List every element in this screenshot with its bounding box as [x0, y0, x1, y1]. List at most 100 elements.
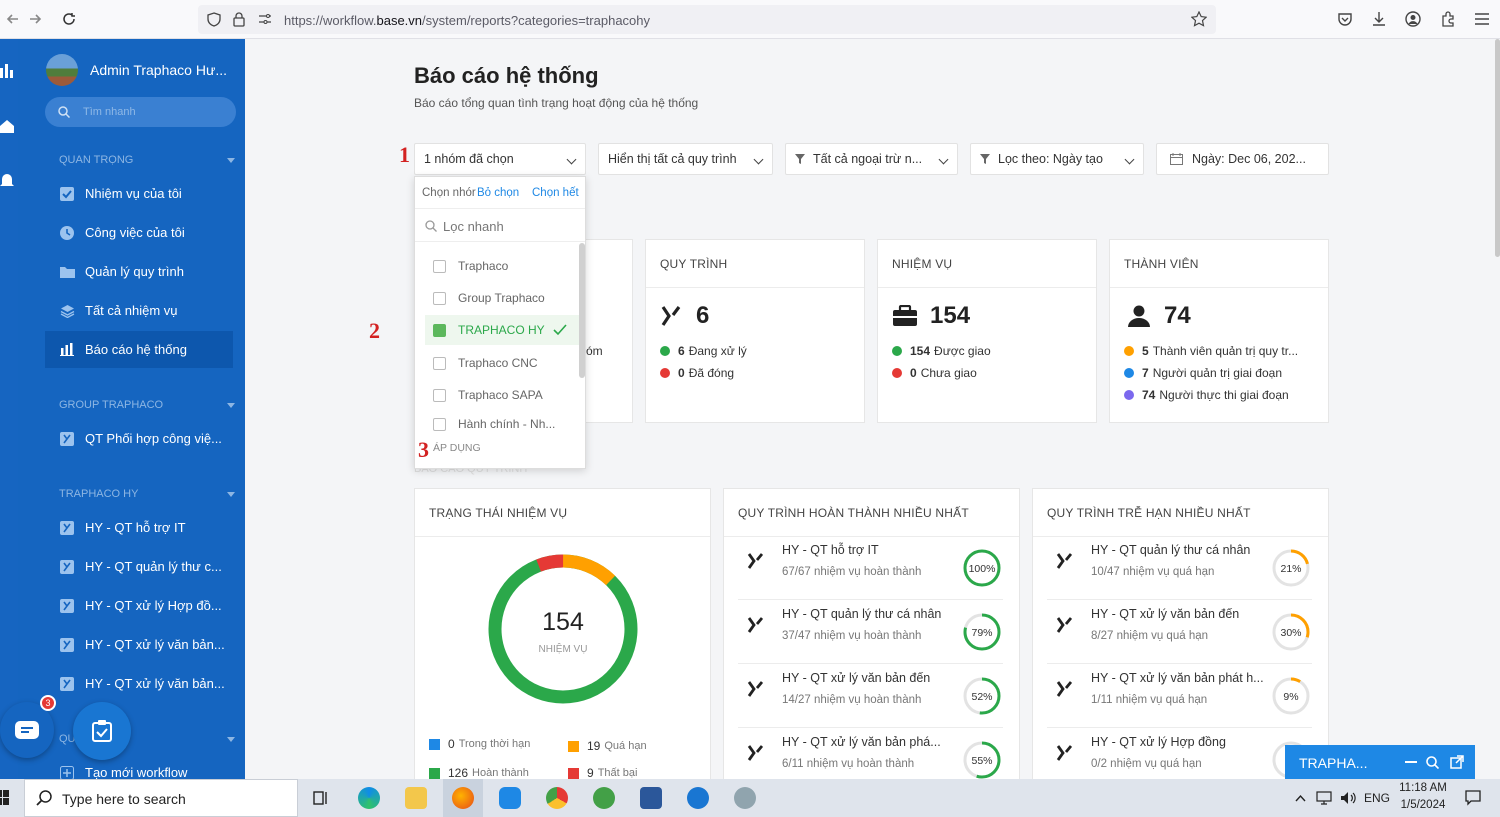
- sidebar-item-system-report[interactable]: Báo cáo hệ thống: [45, 331, 233, 368]
- volume-icon[interactable]: [1340, 791, 1356, 805]
- process-row[interactable]: HY - QT xử lý văn bản đến 8/27 nhiệm vụ q…: [1047, 600, 1312, 664]
- file-explorer-icon[interactable]: [405, 787, 427, 809]
- permissions-icon[interactable]: [258, 13, 272, 26]
- app-icon[interactable]: [687, 787, 709, 809]
- chevron-down-icon: [566, 154, 577, 165]
- group-option[interactable]: Traphaco: [425, 251, 580, 281]
- group-option-selected[interactable]: TRAPHACO HY: [425, 315, 580, 345]
- extensions-icon[interactable]: [1440, 11, 1456, 27]
- sidebar-item-label: HY - QT xử lý văn bản...: [85, 676, 225, 691]
- checkbox-checked[interactable]: [433, 323, 446, 337]
- account-icon[interactable]: [1405, 11, 1421, 27]
- notification-bell-icon[interactable]: [0, 173, 14, 188]
- sort-filter-select[interactable]: Lọc theo: Ngày tạo: [970, 143, 1144, 175]
- sidebar-item-my-tasks[interactable]: Nhiệm vụ của tôi: [45, 175, 233, 212]
- sidebar-item-workflow[interactable]: HY - QT hỗ trợ IT: [45, 509, 233, 546]
- group-filter-select[interactable]: 1 nhóm đã chọn: [414, 143, 586, 175]
- network-icon[interactable]: [1316, 791, 1332, 805]
- download-icon[interactable]: [1371, 11, 1387, 27]
- dropdown-search-input[interactable]: Lọc nhanh: [415, 210, 585, 242]
- process-row[interactable]: HY - QT hỗ trợ IT 67/67 nhiệm vụ hoàn thà…: [738, 536, 1003, 600]
- exclude-filter-value: Tất cả ngoại trừ n...: [813, 152, 923, 166]
- app-icon[interactable]: [734, 787, 756, 809]
- task-view-icon[interactable]: [313, 790, 329, 806]
- deselect-button[interactable]: Bỏ chọn: [477, 187, 519, 199]
- checkbox[interactable]: [433, 259, 446, 273]
- select-all-button[interactable]: Chọn hết: [532, 187, 579, 199]
- card-title: TRẠNG THÁI NHIỆM VỤ: [429, 506, 568, 520]
- chevron-up-icon[interactable]: [1295, 794, 1306, 802]
- app-logo-icon[interactable]: [0, 64, 14, 80]
- sidebar-item-workflow[interactable]: HY - QT xử lý Hợp đồ...: [45, 587, 233, 624]
- checkbox[interactable]: [433, 388, 446, 402]
- sidebar-item-new-workflow[interactable]: Tạo mới workflow: [45, 754, 233, 779]
- external-link-icon[interactable]: [1450, 755, 1464, 769]
- lock-icon[interactable]: [233, 12, 245, 27]
- group-option[interactable]: Group Traphaco: [425, 283, 580, 313]
- process-detail: 10/47 nhiệm vụ quá hạn: [1091, 566, 1215, 578]
- member-card: THÀNH VIÊN 74 5 Thành viên quản trị quy t…: [1109, 239, 1329, 423]
- user-profile[interactable]: Admin Traphaco Hư...: [46, 54, 227, 86]
- group-option[interactable]: Traphaco SAPA: [425, 380, 580, 410]
- workflow-icon: [59, 520, 75, 536]
- process-row[interactable]: HY - QT xử lý văn bản đến 14/27 nhiệm vụ …: [738, 664, 1003, 728]
- address-bar[interactable]: https://workflow.base.vn/system/reports?…: [198, 5, 1216, 34]
- exclude-filter-select[interactable]: Tất cả ngoại trừ n...: [785, 143, 958, 175]
- search-icon[interactable]: [1426, 756, 1439, 769]
- minimize-icon[interactable]: [1405, 761, 1417, 764]
- notification-badge: 3: [40, 695, 56, 711]
- checkbox[interactable]: [433, 291, 446, 305]
- clock-date[interactable]: 1/5/2024: [1398, 799, 1448, 811]
- menu-icon[interactable]: [1474, 12, 1490, 26]
- sidebar-item-my-work[interactable]: Công việc của tôi: [45, 214, 233, 251]
- sidebar-search-input[interactable]: Tìm nhanh: [45, 97, 236, 127]
- group-option[interactable]: Traphaco CNC: [425, 348, 580, 378]
- word-icon[interactable]: [640, 787, 662, 809]
- page-scrollbar[interactable]: [1495, 39, 1500, 257]
- sidebar-item-workflow[interactable]: QT Phối hợp công việ...: [45, 420, 233, 457]
- reload-icon[interactable]: [62, 12, 76, 26]
- sidebar-item-all-tasks[interactable]: Tất cả nhiệm vụ: [45, 292, 233, 329]
- section-group-traphaco[interactable]: GROUP TRAPHACO: [59, 399, 235, 411]
- shield-icon[interactable]: [207, 12, 221, 27]
- top-late-card: QUY TRÌNH TRỄ HẠN NHIỀU NHẤT HY - QT quả…: [1032, 488, 1329, 792]
- card-title: NHIỆM VỤ: [892, 257, 953, 271]
- taskbar-search-input[interactable]: Type here to search: [24, 779, 298, 817]
- progress-ring: 9%: [1272, 677, 1310, 715]
- sidebar-item-workflow[interactable]: HY - QT xử lý văn bản...: [45, 626, 233, 663]
- sidebar-item-workflow[interactable]: HY - QT xử lý văn bản...: [45, 665, 233, 702]
- zalo-icon[interactable]: [499, 787, 521, 809]
- forward-icon[interactable]: [28, 12, 42, 26]
- process-row[interactable]: HY - QT quản lý thư cá nhân 10/47 nhiệm v…: [1047, 536, 1312, 600]
- process-filter-select[interactable]: Hiển thị tất cả quy trình: [598, 143, 773, 175]
- task-widget-button[interactable]: [73, 702, 131, 760]
- process-row[interactable]: HY - QT xử lý văn bản phát h... 1/11 nhiệ…: [1047, 664, 1312, 728]
- clock-time[interactable]: 11:18 AM: [1398, 782, 1448, 794]
- app-icon[interactable]: [593, 787, 615, 809]
- back-icon[interactable]: [6, 12, 20, 26]
- bookmark-star-icon[interactable]: [1191, 11, 1207, 27]
- section-traphaco-hy[interactable]: TRAPHACO HY: [59, 488, 235, 500]
- apply-button[interactable]: ÁP DỤNG: [433, 442, 481, 454]
- sidebar-item-workflow[interactable]: HY - QT quản lý thư c...: [45, 548, 233, 585]
- firefox-icon[interactable]: [452, 787, 474, 809]
- language-indicator[interactable]: ENG: [1364, 791, 1390, 805]
- sidebar-item-process-manage[interactable]: Quản lý quy trình: [45, 253, 233, 290]
- edge-icon[interactable]: [358, 787, 380, 809]
- dropdown-scrollbar[interactable]: [579, 243, 585, 378]
- chat-widget-bar[interactable]: TRAPHA...: [1285, 745, 1475, 779]
- progress-percent: 30%: [1280, 627, 1301, 639]
- section-quan-trong[interactable]: QUAN TRỌNG: [59, 154, 235, 166]
- checkbox[interactable]: [433, 356, 446, 370]
- windows-start-icon[interactable]: [0, 790, 10, 806]
- url-text: https://workflow.base.vn/system/reports?…: [284, 13, 651, 28]
- process-row[interactable]: HY - QT quản lý thư cá nhân 37/47 nhiệm v…: [738, 600, 1003, 664]
- notification-center-icon[interactable]: [1465, 790, 1481, 806]
- progress-percent: 9%: [1283, 691, 1298, 703]
- date-filter[interactable]: Ngày: Dec 06, 202...: [1156, 143, 1329, 175]
- pocket-icon[interactable]: [1337, 11, 1353, 27]
- group-option[interactable]: Hành chính - Nh...: [425, 413, 580, 435]
- checkbox[interactable]: [433, 417, 446, 431]
- chrome-icon[interactable]: [546, 787, 568, 809]
- home-icon[interactable]: [0, 119, 14, 133]
